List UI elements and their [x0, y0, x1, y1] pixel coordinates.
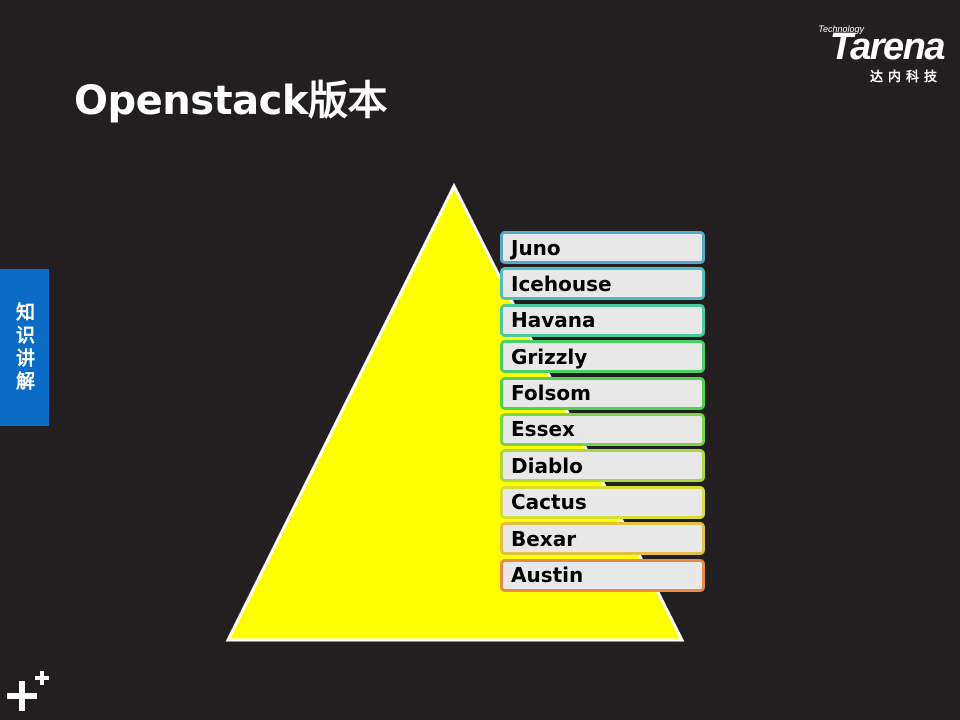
release-item-havana: Havana: [500, 303, 705, 337]
release-item-essex: Essex: [500, 412, 705, 446]
release-item-juno: Juno: [500, 231, 705, 264]
plus-plus-icon: [7, 671, 49, 711]
release-item-grizzly: Grizzly: [500, 340, 705, 374]
release-item-icehouse: Icehouse: [500, 267, 705, 301]
release-item-bexar: Bexar: [500, 522, 705, 556]
pyramid-graphic: [225, 182, 685, 642]
release-item-diablo: Diablo: [500, 449, 705, 483]
release-item-cactus: Cactus: [500, 485, 705, 519]
release-item-folsom: Folsom: [500, 376, 705, 410]
release-list: Juno Icehouse Havana Grizzly Folsom Esse…: [500, 231, 705, 595]
release-item-austin: Austin: [500, 558, 705, 592]
